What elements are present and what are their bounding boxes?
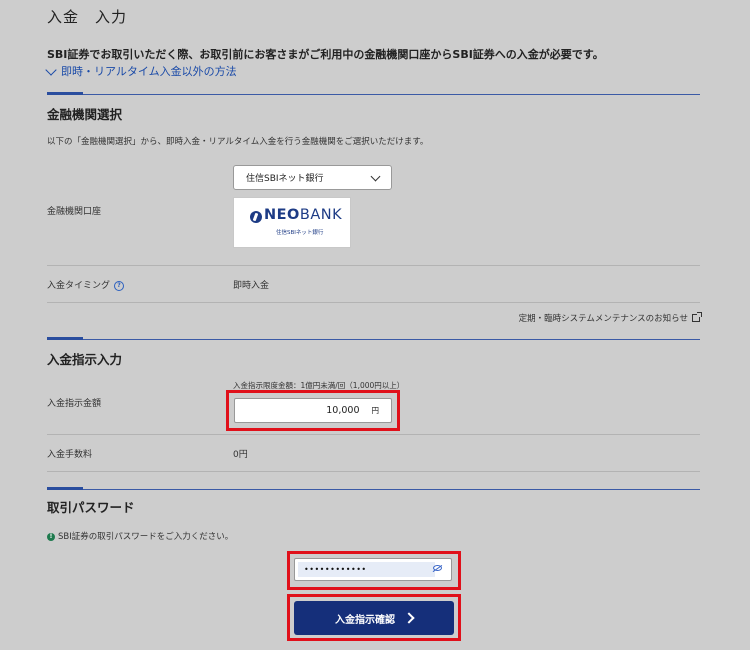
- section-divider: [47, 489, 700, 490]
- password-input[interactable]: ••••••••••••: [294, 558, 452, 581]
- amount-input[interactable]: 10,000 円: [234, 398, 392, 423]
- amount-value: 10,000: [326, 405, 360, 416]
- row-divider: [47, 265, 700, 266]
- page-title: 入金 入力: [47, 8, 128, 26]
- external-link-icon: [692, 312, 702, 322]
- password-highlight: ••••••••••••: [287, 551, 461, 590]
- bank-select[interactable]: 住信SBIネット銀行: [233, 165, 392, 190]
- other-methods-label: 即時・リアルタイム入金以外の方法: [61, 65, 237, 78]
- currency-label: 円: [371, 406, 380, 415]
- password-prompt: ! SBI証券の取引パスワードをご入力ください。: [47, 530, 233, 542]
- amount-highlight: 10,000 円: [226, 390, 400, 431]
- confirm-highlight: 入金指示確認: [287, 594, 461, 641]
- info-icon: !: [47, 532, 55, 541]
- instruction-section-title: 入金指示入力: [47, 352, 123, 367]
- chevron-down-icon: [45, 63, 57, 76]
- fee-label: 入金手数料: [47, 450, 93, 460]
- row-divider: [47, 471, 700, 472]
- confirm-button-label: 入金指示確認: [335, 614, 395, 626]
- row-divider: [47, 302, 700, 303]
- bank-logo: NEOBANK 住信SBIネット銀行: [233, 197, 351, 248]
- section-divider: [47, 339, 700, 340]
- section-divider: [47, 94, 700, 95]
- fee-value: 0円: [233, 450, 248, 460]
- bank-section-description: 以下の「金融機関選択」から、即時入金・リアルタイム入金を行う金融機関をご選択いた…: [47, 137, 429, 147]
- other-methods-toggle[interactable]: 即時・リアルタイム入金以外の方法: [45, 63, 237, 79]
- section-accent: [47, 337, 83, 340]
- password-masked-value: ••••••••••••: [298, 562, 435, 577]
- timing-value: 即時入金: [233, 281, 270, 291]
- bank-section-title: 金融機関選択: [47, 107, 123, 122]
- help-icon[interactable]: ?: [114, 280, 125, 291]
- confirm-button[interactable]: 入金指示確認: [294, 601, 454, 635]
- deposit-notice: SBI証券でお取引いただく際、お取引前にお客さまがご利用中の金融機関口座からSB…: [47, 48, 604, 61]
- chevron-down-icon: [370, 171, 381, 182]
- section-accent: [47, 487, 83, 490]
- maintenance-link[interactable]: 定期・臨時システムメンテナンスのお知らせ: [519, 312, 702, 324]
- bank-logo-sub: 住信SBIネット銀行: [276, 230, 324, 236]
- row-divider: [47, 434, 700, 435]
- timing-label: 入金タイミング?: [47, 278, 125, 291]
- section-accent: [47, 92, 83, 95]
- password-section-title: 取引パスワード: [47, 500, 135, 515]
- neobank-mark-icon: [250, 211, 262, 223]
- chevron-right-icon: [403, 612, 415, 624]
- bank-select-value: 住信SBIネット銀行: [246, 174, 324, 184]
- bank-logo-text: NEOBANK: [264, 207, 343, 223]
- amount-label: 入金指示金額: [47, 399, 102, 409]
- bank-account-label: 金融機関口座: [47, 207, 102, 217]
- eye-slash-icon[interactable]: [433, 565, 442, 571]
